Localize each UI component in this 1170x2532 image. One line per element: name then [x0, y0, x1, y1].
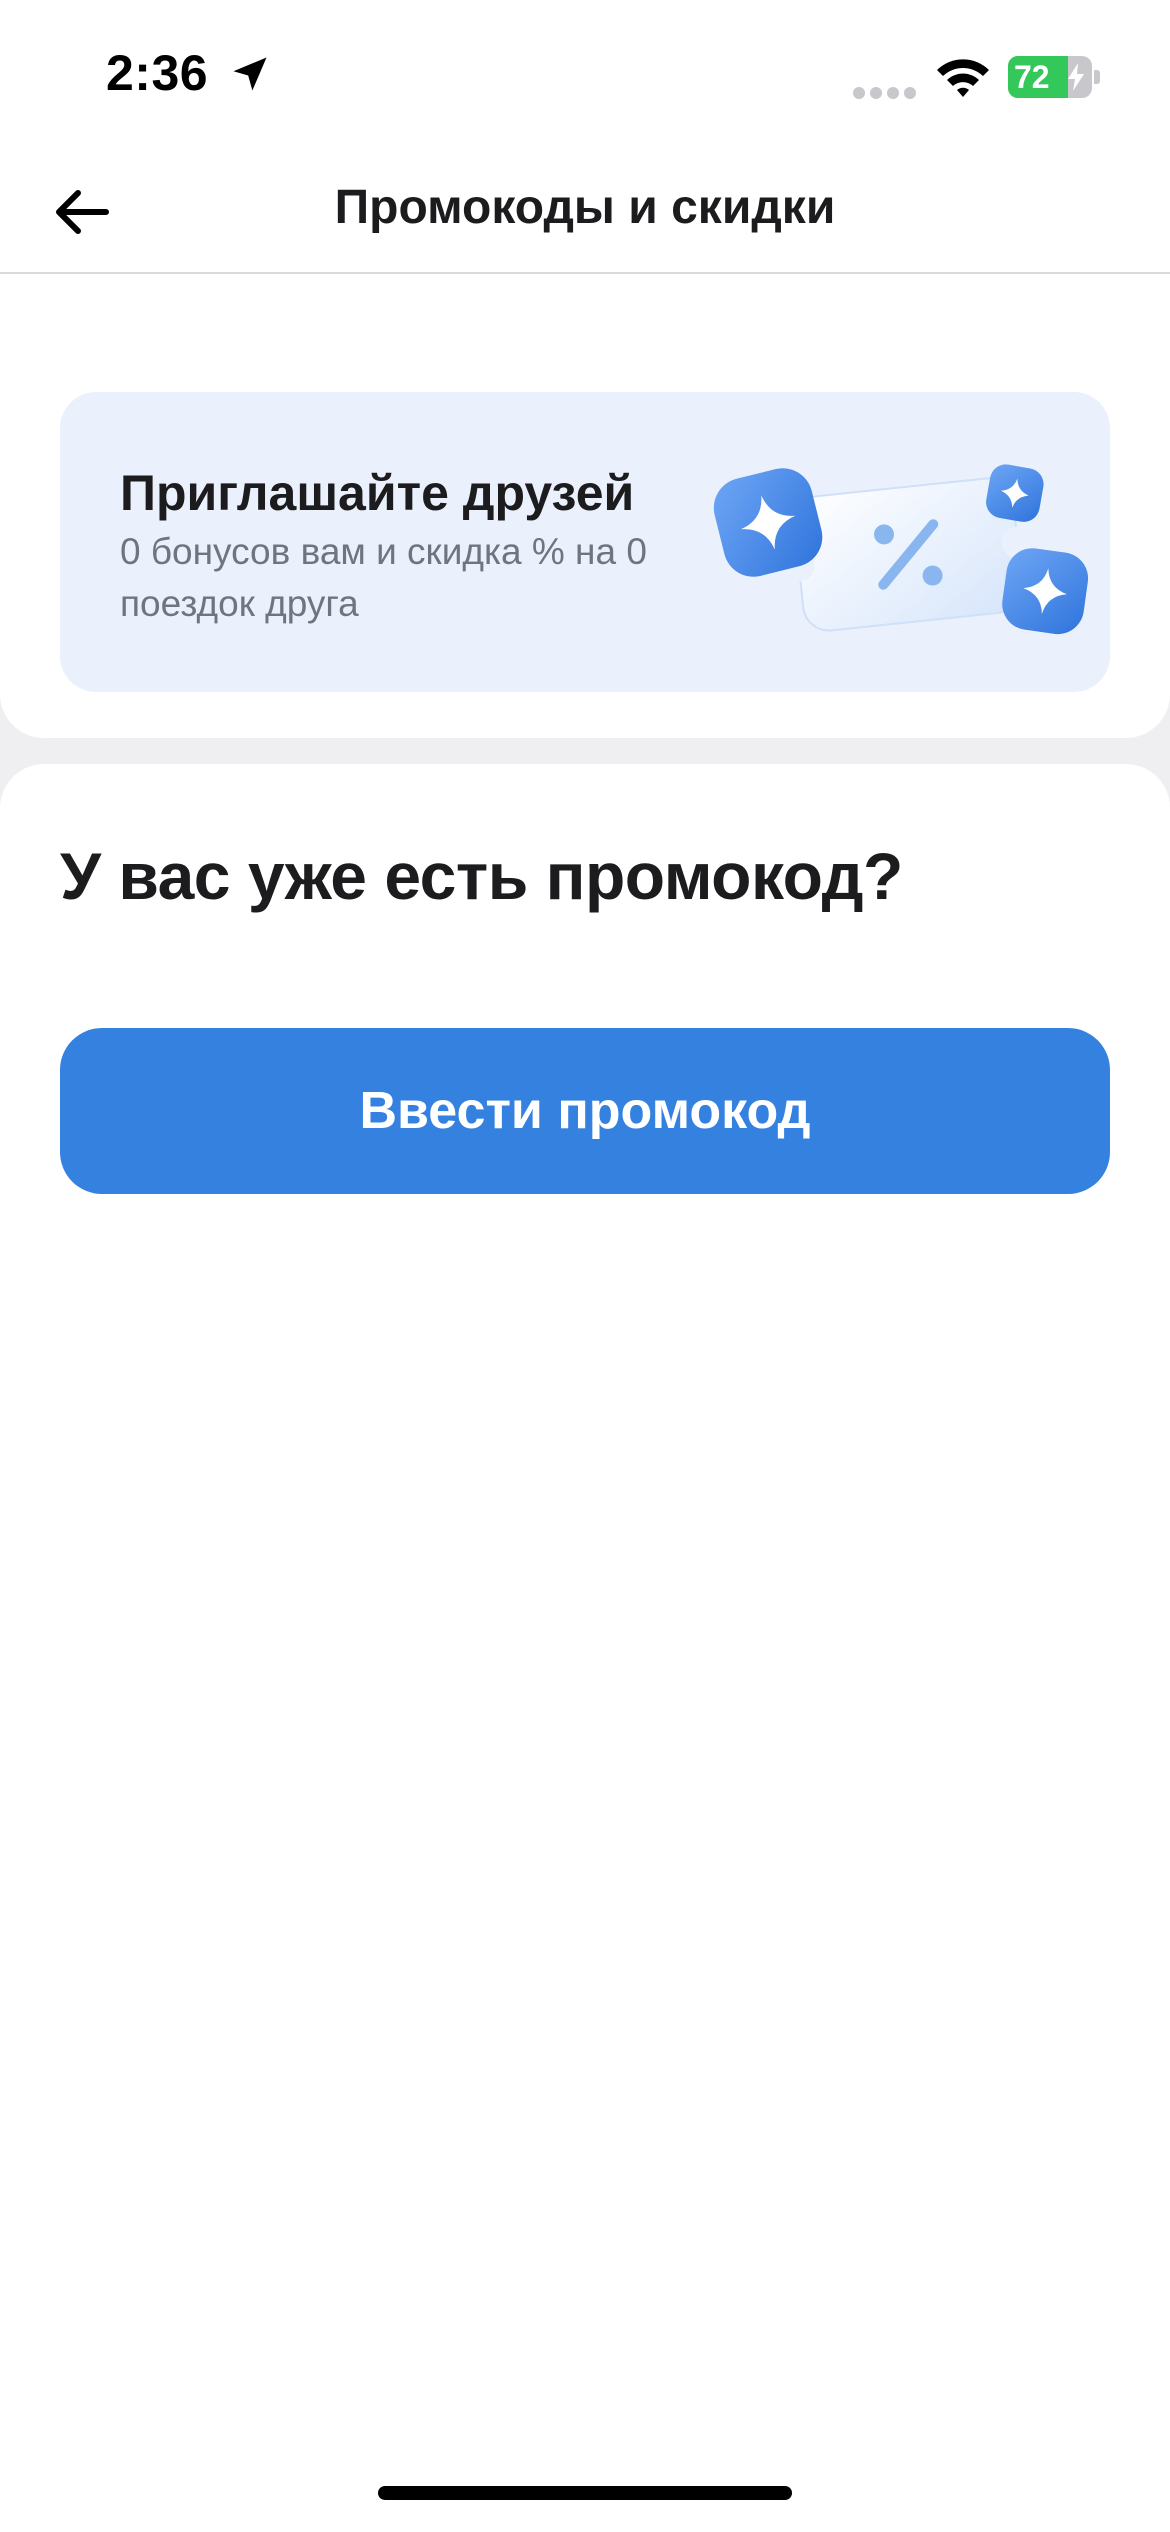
banner-subtitle: 0 бонусов вам и скидка % на 0 поездок др…	[120, 531, 647, 624]
cellular-signal-icon	[853, 87, 916, 99]
nav-bar: Промокоды и скидки	[0, 150, 1170, 274]
screen: 2:36 72 Промокоды и скидки Приглашайте д…	[0, 0, 1170, 2532]
wifi-icon	[937, 59, 989, 97]
banner-title: Приглашайте друзей	[120, 465, 635, 521]
battery-charging-icon: 72	[1008, 56, 1092, 98]
page-title: Промокоды и скидки	[334, 181, 836, 234]
location-arrow-icon	[233, 57, 267, 91]
status-bar: 2:36 72	[0, 0, 1170, 150]
battery-level: 72	[1014, 59, 1050, 95]
home-indicator	[378, 2486, 792, 2500]
status-time: 2:36	[106, 45, 209, 101]
coupon-percent-sparkles-illustration	[713, 464, 1089, 635]
enter-promo-code-button[interactable]: Ввести промокод	[60, 1028, 1110, 1194]
bolt-icon	[1068, 63, 1084, 91]
battery-cap	[1094, 70, 1100, 84]
promo-question-heading: У вас уже есть промокод?	[60, 839, 903, 913]
invite-friends-banner[interactable]: Приглашайте друзей 0 бонусов вам и скидк…	[60, 392, 1110, 692]
